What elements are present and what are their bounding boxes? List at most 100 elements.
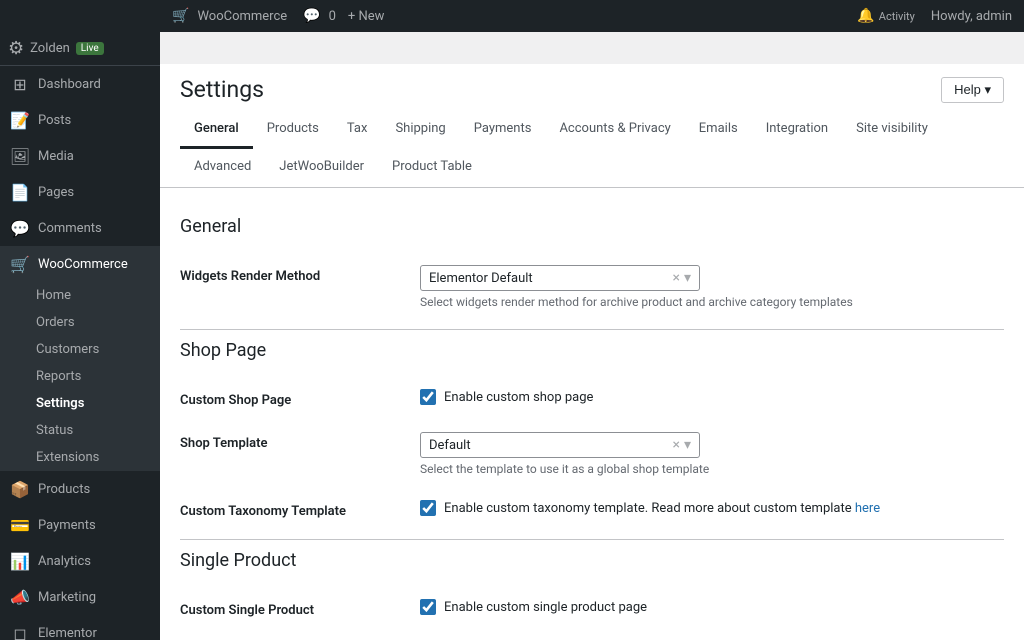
- sidebar-separator-menu: ◻ Elementor ◻ Templates ◻ Crocoblock: [0, 615, 160, 640]
- tab-emails[interactable]: Emails: [685, 111, 752, 149]
- widgets-render-value: Elementor Default: [429, 271, 672, 286]
- woo-status[interactable]: Status: [0, 417, 160, 444]
- custom-shop-page-control: Enable custom shop page: [420, 389, 1004, 405]
- sidebar-item-dashboard[interactable]: ⊞ Dashboard: [0, 66, 160, 102]
- woo-customers[interactable]: Customers: [0, 336, 160, 363]
- woo-reports[interactable]: Reports: [0, 363, 160, 390]
- howdy-text: Howdy, admin: [931, 9, 1012, 24]
- tab-integration[interactable]: Integration: [752, 111, 842, 149]
- posts-icon: 📝: [10, 110, 30, 130]
- sidebar-item-pages[interactable]: 📄 Pages: [0, 174, 160, 210]
- custom-taxonomy-link[interactable]: here: [855, 501, 880, 516]
- sidebar: ⚙ Zolden Live ⊞ Dashboard 📝 Posts 🖼 Medi…: [0, 0, 160, 640]
- widgets-render-control: Elementor Default × ▾ Select widgets ren…: [420, 265, 1004, 309]
- live-badge: Live: [76, 42, 104, 55]
- analytics-icon: 📊: [10, 551, 30, 571]
- tab-advanced[interactable]: Advanced: [180, 149, 265, 187]
- media-label: Media: [38, 149, 74, 164]
- woocommerce-label: WooCommerce: [38, 257, 128, 272]
- settings-tabs: GeneralProductsTaxShippingPaymentsAccoun…: [180, 111, 1004, 187]
- page-header: Settings Help ▾ GeneralProductsTaxShippi…: [160, 64, 1024, 188]
- custom-taxonomy-checkbox[interactable]: [420, 500, 436, 516]
- shop-template-select[interactable]: Default × ▾: [420, 432, 700, 458]
- products-icon: 📦: [10, 479, 30, 499]
- dashboard-icon: ⊞: [10, 74, 30, 94]
- custom-shop-page-check-label: Enable custom shop page: [444, 390, 593, 405]
- tab-site-visibility[interactable]: Site visibility: [842, 111, 942, 149]
- sidebar-item-woocommerce[interactable]: 🛒 WooCommerce: [0, 246, 160, 282]
- pages-label: Pages: [38, 185, 74, 200]
- top-admin-bar: 🛒 WooCommerce 💬 0 + New 🔔 Activity Howdy…: [160, 0, 1024, 32]
- tab-product-table[interactable]: Product Table: [378, 149, 486, 187]
- woo-submenu: Home Orders Customers Reports Settings S…: [0, 282, 160, 471]
- admin-bar-woo-icon: 🛒: [172, 8, 189, 24]
- payments-label: Payments: [38, 518, 96, 533]
- wp-logo-icon: ⚙: [8, 38, 24, 59]
- custom-taxonomy-control: Enable custom taxonomy template. Read mo…: [420, 500, 1004, 516]
- woo-orders[interactable]: Orders: [0, 309, 160, 336]
- sidebar-item-elementor[interactable]: ◻ Elementor: [0, 615, 160, 640]
- tab-tax[interactable]: Tax: [333, 111, 382, 149]
- general-heading: General: [180, 208, 1004, 253]
- admin-bar-new[interactable]: + New: [348, 9, 385, 24]
- activity-icon[interactable]: 🔔: [857, 8, 874, 24]
- tab-payments[interactable]: Payments: [460, 111, 546, 149]
- header-actions: Help ▾: [941, 77, 1004, 103]
- woo-settings[interactable]: Settings: [0, 390, 160, 417]
- shop-template-clear-icon[interactable]: ×: [672, 437, 679, 453]
- posts-label: Posts: [38, 113, 71, 128]
- comments-label: Comments: [38, 221, 102, 236]
- dashboard-label: Dashboard: [38, 77, 101, 92]
- woocommerce-icon: 🛒: [10, 254, 30, 274]
- sidebar-item-media[interactable]: 🖼 Media: [0, 138, 160, 174]
- woo-home[interactable]: Home: [0, 282, 160, 309]
- tab-jetwoobuilder[interactable]: JetWooBuilder: [265, 149, 378, 187]
- custom-single-product-check-label: Enable custom single product page: [444, 600, 647, 615]
- elementor-label: Elementor: [38, 626, 97, 640]
- custom-single-product-row: Custom Single Product Enable custom sing…: [180, 587, 1004, 630]
- activity-label: Activity: [879, 10, 915, 23]
- help-button[interactable]: Help ▾: [941, 77, 1004, 103]
- elementor-icon: ◻: [10, 623, 30, 640]
- custom-single-product-control: Enable custom single product page: [420, 599, 1004, 615]
- admin-bar-comments-count: 0: [329, 9, 336, 24]
- widgets-render-row: Widgets Render Method Elementor Default …: [180, 253, 1004, 321]
- widgets-render-select[interactable]: Elementor Default × ▾: [420, 265, 700, 291]
- single-product-template-row: Single Product Template Default × ▾ Sele…: [180, 630, 1004, 640]
- sidebar-item-posts[interactable]: 📝 Posts: [0, 102, 160, 138]
- custom-shop-page-checkbox[interactable]: [420, 389, 436, 405]
- custom-taxonomy-label: Custom Taxonomy Template: [180, 500, 400, 519]
- tab-accounts-privacy[interactable]: Accounts & Privacy: [545, 111, 684, 149]
- marketing-icon: 📣: [10, 587, 30, 607]
- select-arrow-icon: ▾: [684, 270, 691, 286]
- select-clear-icon[interactable]: ×: [672, 270, 679, 286]
- sidebar-item-comments[interactable]: 💬 Comments: [0, 210, 160, 246]
- tab-shipping[interactable]: Shipping: [381, 111, 459, 149]
- marketing-label: Marketing: [38, 590, 96, 605]
- analytics-label: Analytics: [38, 554, 91, 569]
- shop-template-label: Shop Template: [180, 432, 400, 451]
- content-body: General Widgets Render Method Elementor …: [160, 188, 1024, 640]
- sidebar-item-products[interactable]: 📦 Products: [0, 471, 160, 507]
- sidebar-item-marketing[interactable]: 📣 Marketing: [0, 579, 160, 615]
- site-name[interactable]: Zolden: [30, 41, 70, 56]
- activity-button[interactable]: Activity: [879, 10, 915, 23]
- main-content: 🛒 WooCommerce 💬 0 + New 🔔 Activity Howdy…: [160, 0, 1024, 640]
- tab-general[interactable]: General: [180, 111, 253, 149]
- pages-icon: 📄: [10, 182, 30, 202]
- sidebar-item-analytics[interactable]: 📊 Analytics: [0, 543, 160, 579]
- shop-page-heading: Shop Page: [180, 329, 1004, 377]
- custom-taxonomy-row: Custom Taxonomy Template Enable custom t…: [180, 488, 1004, 531]
- media-icon: 🖼: [10, 146, 30, 166]
- sidebar-item-payments[interactable]: 💳 Payments: [0, 507, 160, 543]
- admin-bar-woo-label[interactable]: WooCommerce: [197, 9, 287, 24]
- custom-single-product-checkbox[interactable]: [420, 599, 436, 615]
- admin-bar-comments-icon: 💬: [303, 8, 320, 24]
- tab-products[interactable]: Products: [253, 111, 333, 149]
- custom-shop-page-label: Custom Shop Page: [180, 389, 400, 408]
- custom-taxonomy-check-label: Enable custom taxonomy template. Read mo…: [444, 501, 880, 516]
- sidebar-menu: ⊞ Dashboard 📝 Posts 🖼 Media 📄 Pages 💬 Co…: [0, 66, 160, 282]
- woo-extensions[interactable]: Extensions: [0, 444, 160, 471]
- shop-template-control: Default × ▾ Select the template to use i…: [420, 432, 1004, 476]
- shop-template-help: Select the template to use it as a globa…: [420, 462, 1004, 476]
